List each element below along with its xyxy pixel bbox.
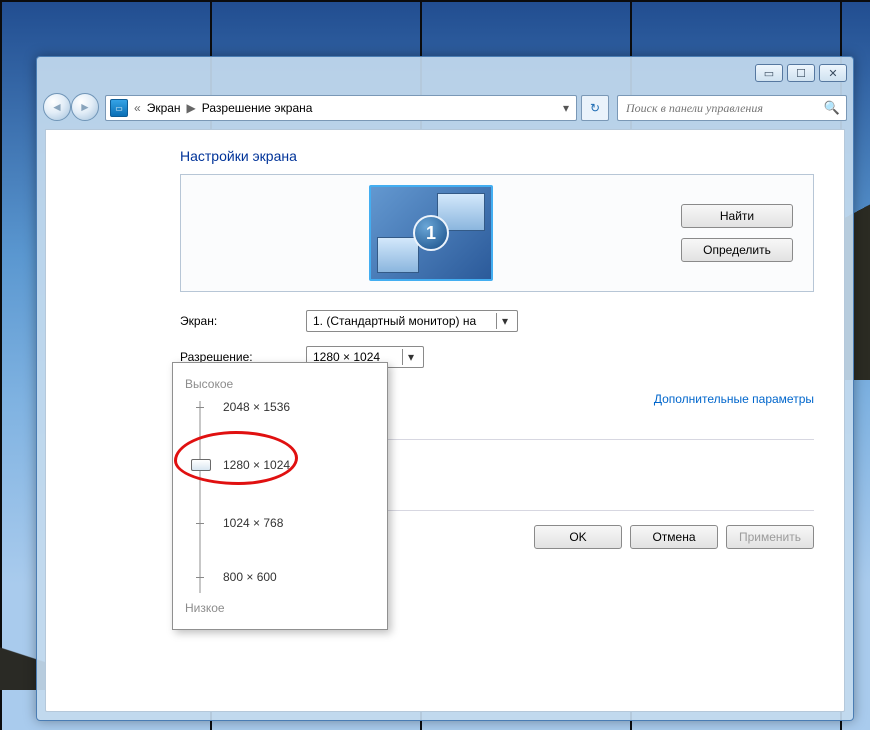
breadcrumb-level1[interactable]: Экран — [147, 101, 181, 115]
cancel-button[interactable]: Отмена — [630, 525, 718, 549]
display-preview-box: 1 Найти Определить — [180, 174, 814, 292]
navbar: ◄ ► ▭ « Экран ▶ Разрешение экрана ▾ ↻ 🔍 — [37, 91, 853, 125]
screen-select[interactable]: 1. (Стандартный монитор) на ▾ — [306, 310, 518, 332]
monitor-thumbnail[interactable]: 1 — [369, 185, 493, 281]
resolution-popup: Высокое 2048 × 1536 1280 × 1024 1024 × 768… — [172, 362, 388, 630]
search-box[interactable]: 🔍 — [617, 95, 847, 121]
resolution-option[interactable]: 1024 × 768 — [223, 516, 283, 530]
search-input[interactable] — [624, 100, 824, 117]
monitor-number-badge: 1 — [413, 215, 449, 251]
slider-track — [199, 401, 201, 593]
screen-label: Экран: — [180, 314, 306, 328]
detect-button[interactable]: Найти — [681, 204, 793, 228]
slider-tick — [196, 407, 204, 408]
window-frame: ▭ ☐ ✕ ◄ ► ▭ « Экран ▶ Разрешение экрана … — [36, 56, 854, 721]
titlebar: ▭ ☐ ✕ — [37, 57, 853, 85]
page-title: Настройки экрана — [180, 148, 814, 164]
chevron-down-icon: ▾ — [402, 349, 419, 365]
apply-button[interactable]: Применить — [726, 525, 814, 549]
popup-low-label: Низкое — [185, 601, 375, 615]
address-bar[interactable]: ▭ « Экран ▶ Разрешение экрана ▾ — [105, 95, 577, 121]
slider-thumb[interactable] — [191, 459, 211, 471]
breadcrumb-chevron-icon: ▶ — [185, 101, 198, 115]
popup-high-label: Высокое — [185, 377, 375, 391]
close-button[interactable]: ✕ — [819, 64, 847, 82]
ok-button[interactable]: OK — [534, 525, 622, 549]
content-panel: Настройки экрана 1 Найти Определить Экра… — [45, 129, 845, 712]
resolution-slider[interactable]: 2048 × 1536 1280 × 1024 1024 × 768 800 × 60… — [185, 397, 375, 597]
breadcrumb-root: « — [132, 101, 143, 115]
identify-button[interactable]: Определить — [681, 238, 793, 262]
resolution-option[interactable]: 800 × 600 — [223, 570, 277, 584]
refresh-button[interactable]: ↻ — [581, 95, 609, 121]
forward-button[interactable]: ► — [71, 93, 99, 121]
chevron-down-icon: ▾ — [496, 313, 513, 329]
maximize-button[interactable]: ☐ — [787, 64, 815, 82]
control-panel-icon: ▭ — [110, 99, 128, 117]
resolution-option[interactable]: 1280 × 1024 — [223, 458, 290, 472]
minimize-button[interactable]: ▭ — [755, 64, 783, 82]
search-icon[interactable]: 🔍 — [824, 100, 840, 116]
resolution-option[interactable]: 2048 × 1536 — [223, 400, 290, 414]
slider-tick — [196, 577, 204, 578]
address-dropdown-icon[interactable]: ▾ — [560, 101, 572, 115]
slider-tick — [196, 523, 204, 524]
back-button[interactable]: ◄ — [43, 93, 71, 121]
breadcrumb-level2[interactable]: Разрешение экрана — [202, 101, 313, 115]
screen-select-value: 1. (Стандартный монитор) на — [313, 314, 476, 328]
